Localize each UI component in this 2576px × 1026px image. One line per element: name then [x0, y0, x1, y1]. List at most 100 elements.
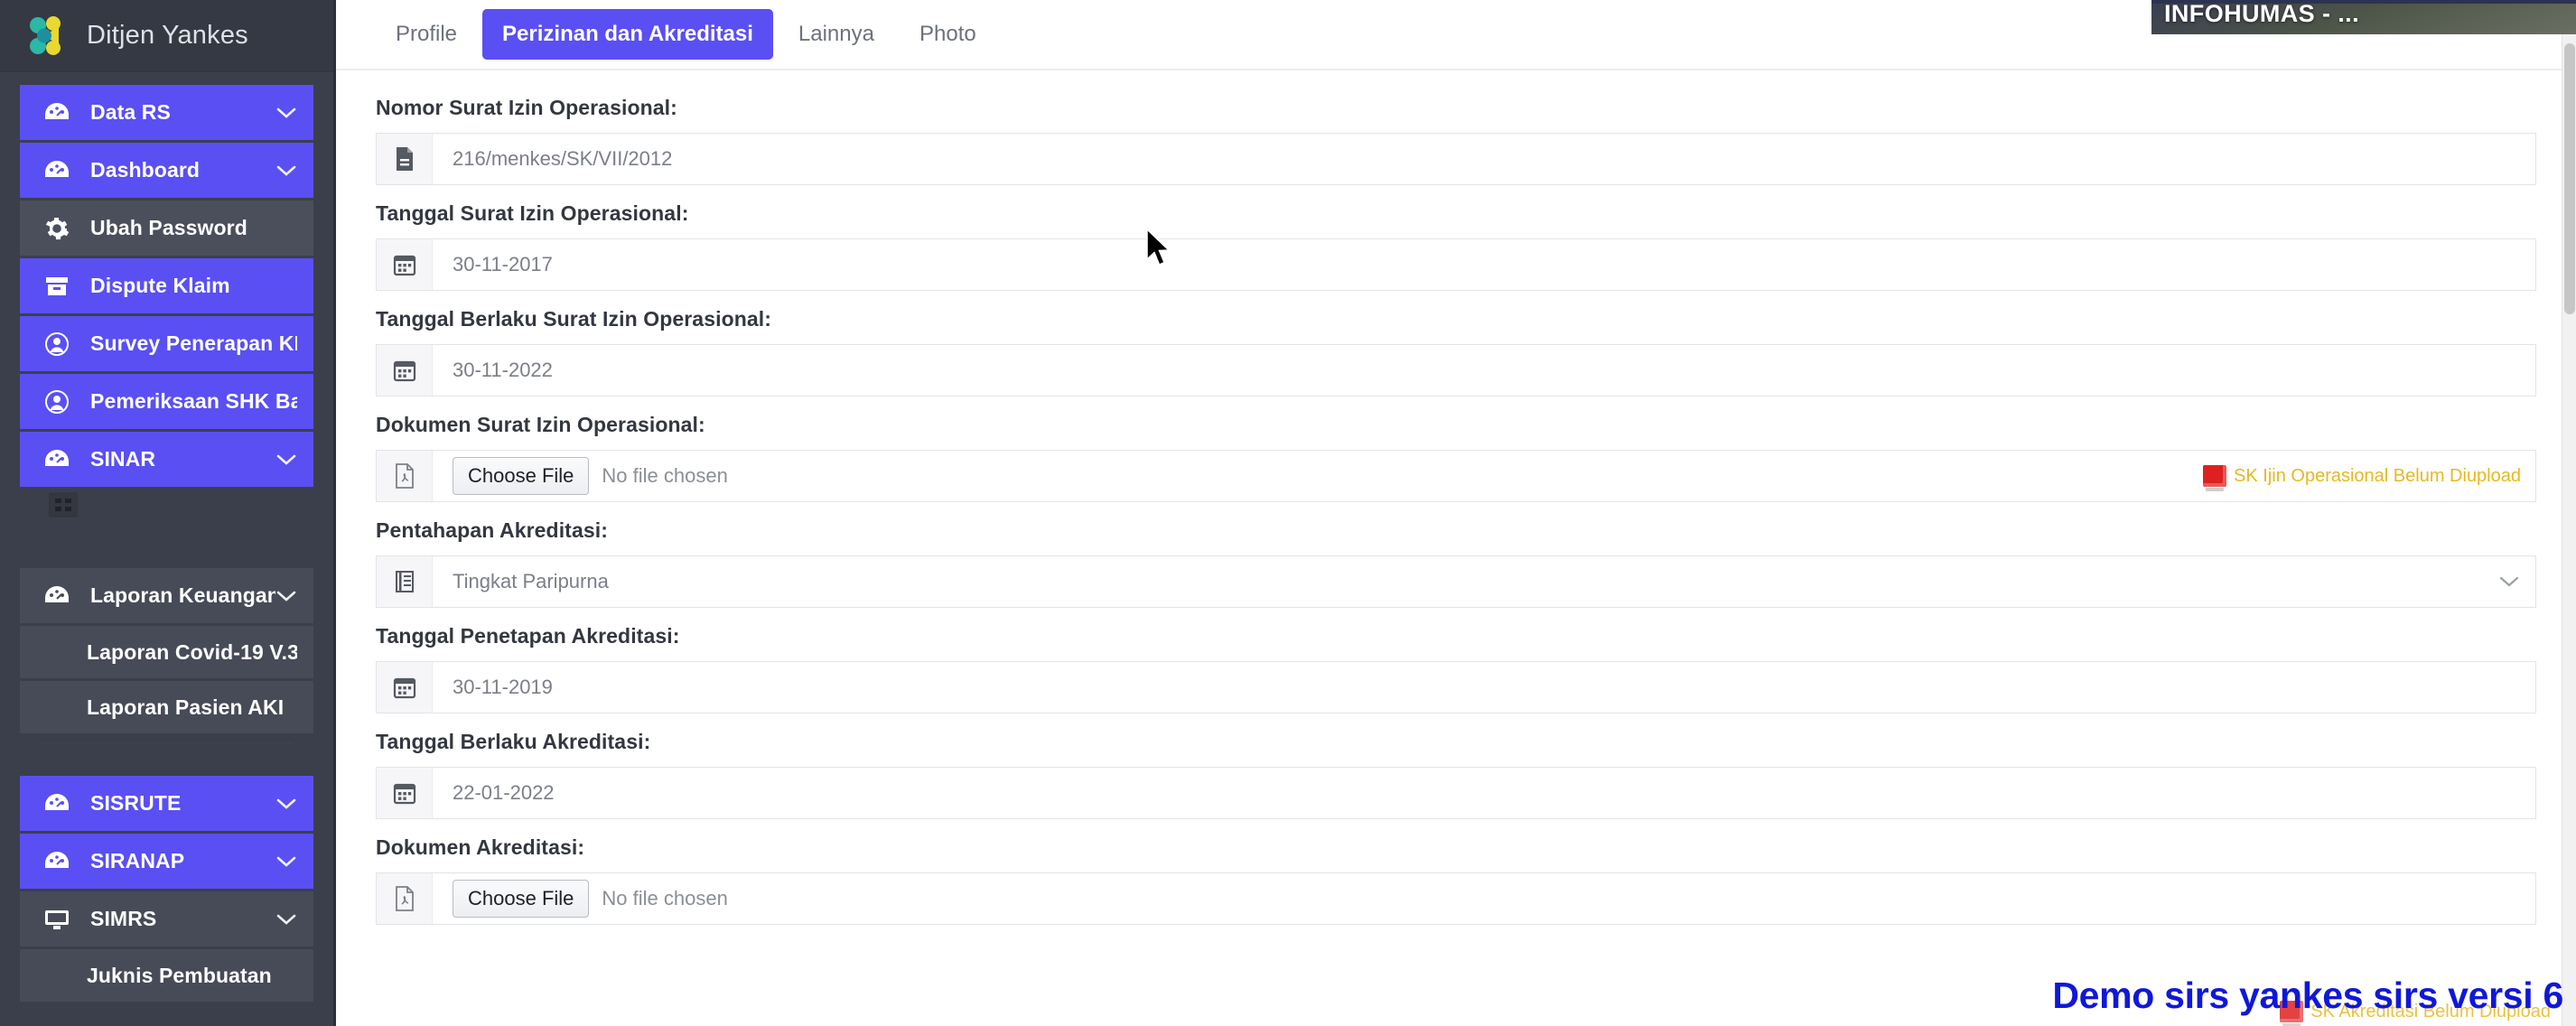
- dashboard-gauge-icon: [42, 583, 72, 610]
- choose-file-button[interactable]: Choose File: [453, 880, 590, 918]
- chevron-down-icon[interactable]: [275, 793, 297, 815]
- user-circle-icon: [42, 331, 72, 358]
- calendar-icon: [377, 768, 433, 818]
- input-group[interactable]: 30-11-2019: [376, 661, 2536, 714]
- sidebar-nav: Data RS Dashboard Ubah Password Dispute …: [0, 72, 333, 1002]
- archive-box-icon: [42, 273, 72, 300]
- sidebar-item-label: SINAR: [90, 447, 156, 471]
- tab-perizinan-dan-akreditasi[interactable]: Perizinan dan Akreditasi: [482, 9, 773, 60]
- sidebar-item-laporan-covid-19-v3[interactable]: Laporan Covid-19 V.3: [20, 626, 313, 678]
- mouse-cursor: [1145, 228, 1176, 270]
- tab-lainnya[interactable]: Lainnya: [779, 9, 894, 60]
- chevron-down-icon[interactable]: [275, 160, 297, 182]
- sidebar-item-label: Laporan Keuangan: [90, 583, 275, 607]
- select-group[interactable]: Tingkat Paripurna: [376, 555, 2536, 608]
- sidebar: Ditjen Yankes Data RS Dashboard Ubah Pas…: [0, 0, 336, 1026]
- watermark-text: Demo sirs yankes sirs versi 6: [2052, 975, 2563, 1016]
- sidebar-divider: [40, 742, 294, 743]
- document-icon: [377, 134, 433, 184]
- field-label: Nomor Surat Izin Operasional:: [376, 96, 677, 119]
- pdf-file-icon: [377, 451, 433, 501]
- field-label: Tanggal Berlaku Akreditasi:: [376, 730, 651, 753]
- file-input-group[interactable]: Choose File No file chosen: [376, 872, 2536, 925]
- vertical-scrollbar[interactable]: [2562, 0, 2576, 1026]
- sidebar-item-juknis-pembuatan[interactable]: Juknis Pembuatan: [20, 949, 313, 1002]
- nomor-surat-izin-input[interactable]: 216/menkes/SK/VII/2012: [433, 134, 2535, 184]
- input-group[interactable]: 30-11-2017: [376, 238, 2536, 291]
- sidebar-item-label: Pemeriksaan SHK Bayi: [90, 389, 297, 413]
- tab-photo[interactable]: Photo: [900, 9, 996, 60]
- file-warning: SK Ijin Operasional Belum Diupload: [2203, 465, 2521, 491]
- perizinan-akreditasi-form: Nomor Surat Izin Operasional: 216/menkes…: [336, 70, 2576, 925]
- input-group[interactable]: 22-01-2022: [376, 767, 2536, 819]
- sidebar-item-label: Laporan Pasien AKI: [87, 695, 285, 719]
- input-group[interactable]: 30-11-2022: [376, 344, 2536, 396]
- sidebar-item-siranap[interactable]: SIRANAP: [20, 834, 313, 889]
- chevron-down-icon[interactable]: [275, 102, 297, 124]
- file-row: Choose File No file chosen SK Ijin Opera…: [433, 451, 2535, 501]
- sidebar-item-label: Data RS: [90, 100, 171, 124]
- dashboard-gauge-icon: [42, 848, 72, 875]
- sidebar-item-label: Ubah Password: [90, 216, 247, 239]
- sidebar-item-dashboard[interactable]: Dashboard: [20, 143, 313, 198]
- sidebar-item-sisrute[interactable]: SISRUTE: [20, 776, 313, 831]
- chevron-down-icon[interactable]: [275, 851, 297, 872]
- calendar-icon: [377, 239, 433, 290]
- sidebar-item-sinar[interactable]: SINAR: [20, 432, 313, 487]
- choose-file-button[interactable]: Choose File: [453, 457, 590, 495]
- sidebar-item-laporan-keuangan[interactable]: Laporan Keuangan: [20, 568, 313, 623]
- chevron-down-icon[interactable]: [275, 909, 297, 930]
- sidebar-item-dispute-klaim[interactable]: Dispute Klaim: [20, 258, 313, 313]
- pdf-file-icon: [377, 873, 433, 924]
- field-label: Tanggal Berlaku Surat Izin Operasional:: [376, 307, 772, 331]
- input-group[interactable]: 216/menkes/SK/VII/2012: [376, 133, 2536, 185]
- chevron-down-icon[interactable]: [2483, 556, 2535, 607]
- calendar-icon: [377, 345, 433, 396]
- field-pentahapan-akreditasi: Pentahapan Akreditasi: Tingkat Paripurna: [376, 518, 2536, 608]
- user-circle-icon: [42, 388, 72, 415]
- file-input-group[interactable]: Choose File No file chosen SK Ijin Opera…: [376, 450, 2536, 502]
- gear-icon: [42, 215, 72, 242]
- sidebar-item-label: SIRANAP: [90, 849, 185, 872]
- video-thumbnail-overlay[interactable]: INFOHUMAS - ...: [2151, 0, 2576, 34]
- dashboard-gauge-icon: [42, 99, 72, 126]
- sidebar-item-label: Dispute Klaim: [90, 274, 230, 297]
- alert-icon: [2203, 465, 2227, 491]
- tanggal-surat-izin-input[interactable]: 30-11-2017: [433, 239, 2535, 290]
- field-dokumen-surat-izin-operasional: Dokumen Surat Izin Operasional: Choose F…: [376, 413, 2536, 502]
- field-nomor-surat-izin-operasional: Nomor Surat Izin Operasional: 216/menkes…: [376, 96, 2536, 185]
- sidebar-item-data-rs[interactable]: Data RS: [20, 85, 313, 140]
- yankes-logo-icon: [25, 15, 72, 57]
- brand-title: Ditjen Yankes: [87, 21, 248, 50]
- field-tanggal-berlaku-akreditasi: Tanggal Berlaku Akreditasi: 22-01-2022: [376, 730, 2536, 819]
- sidebar-item-simrs[interactable]: SIMRS: [20, 891, 313, 947]
- scrollbar-thumb[interactable]: [2564, 43, 2575, 314]
- chevron-down-icon[interactable]: [275, 585, 297, 607]
- field-label: Dokumen Akreditasi:: [376, 835, 585, 859]
- dashboard-gauge-icon: [42, 446, 72, 473]
- tanggal-berlaku-akreditasi-input[interactable]: 22-01-2022: [433, 768, 2535, 818]
- sidebar-item-ubah-password[interactable]: Ubah Password: [20, 201, 313, 256]
- collapsed-submenu-badge: [49, 492, 78, 518]
- tanggal-berlaku-surat-izin-input[interactable]: 30-11-2022: [433, 345, 2535, 396]
- sidebar-item-survey-penerapan-kris[interactable]: Survey Penerapan KRIS: [20, 316, 313, 371]
- pentahapan-akreditasi-select[interactable]: Tingkat Paripurna: [433, 556, 2483, 607]
- dashboard-gauge-icon: [42, 157, 72, 184]
- file-status-label: No file chosen: [602, 464, 728, 487]
- tab-profile[interactable]: Profile: [376, 9, 477, 60]
- file-status-label: No file chosen: [602, 887, 728, 909]
- chevron-down-icon[interactable]: [275, 449, 297, 471]
- sidebar-item-laporan-pasien-aki[interactable]: Laporan Pasien AKI: [20, 681, 313, 733]
- sidebar-item-label: Survey Penerapan KRIS: [90, 331, 297, 355]
- tanggal-penetapan-akreditasi-input[interactable]: 30-11-2019: [433, 662, 2535, 713]
- field-tanggal-berlaku-surat-izin-operasional: Tanggal Berlaku Surat Izin Operasional: …: [376, 307, 2536, 396]
- main-content: Profile Perizinan dan Akreditasi Lainnya…: [336, 0, 2576, 1026]
- sidebar-brand[interactable]: Ditjen Yankes: [0, 0, 333, 72]
- sidebar-item-label: Laporan Covid-19 V.3: [87, 639, 297, 664]
- sidebar-item-label: Juknis Pembuatan: [87, 963, 272, 987]
- calendar-icon: [377, 662, 433, 713]
- field-label: Tanggal Surat Izin Operasional:: [376, 201, 689, 225]
- field-tanggal-penetapan-akreditasi: Tanggal Penetapan Akreditasi: 30-11-2019: [376, 624, 2536, 714]
- sidebar-item-pemeriksaan-shk-bayi[interactable]: Pemeriksaan SHK Bayi: [20, 374, 313, 429]
